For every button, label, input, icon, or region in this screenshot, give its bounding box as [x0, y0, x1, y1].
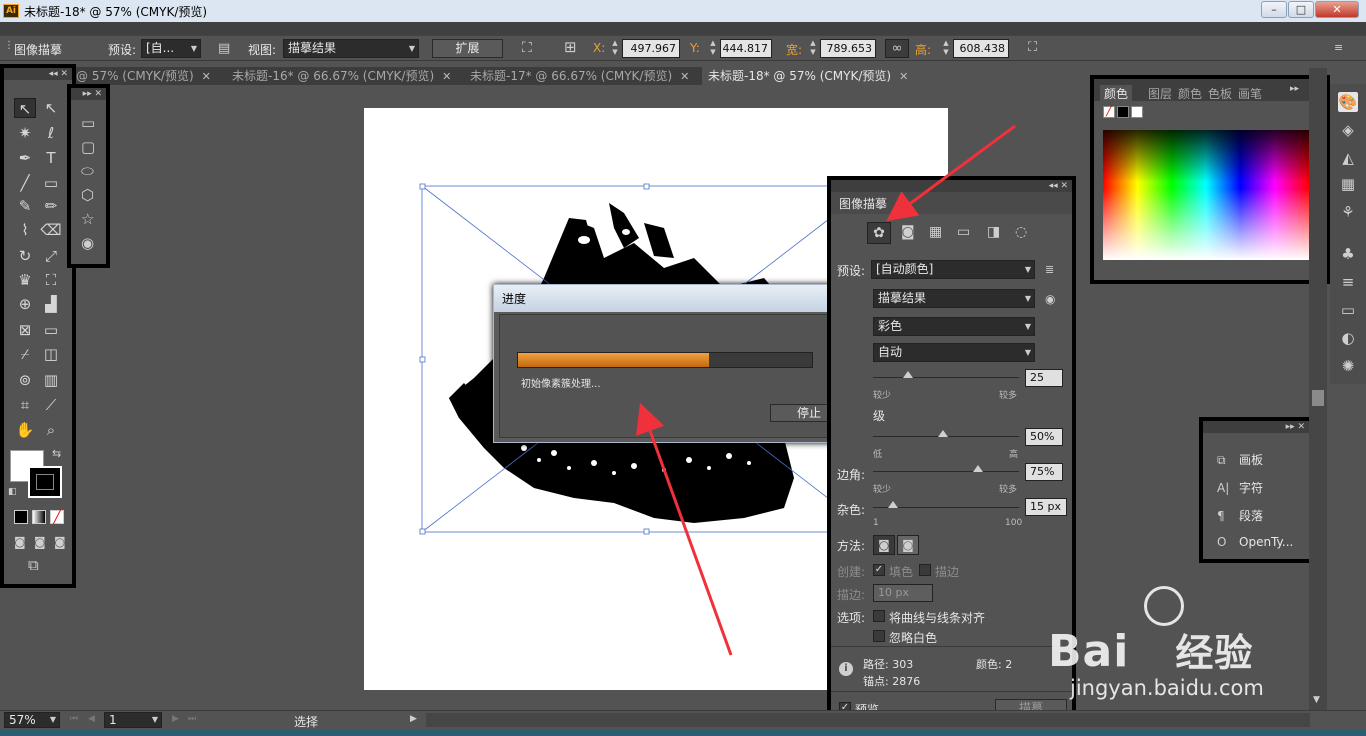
arrow-to-progress [636, 402, 733, 656]
last-artboard-icon[interactable]: ⏭ [188, 715, 196, 724]
next-artboard-icon[interactable]: ▶ [172, 715, 179, 724]
horizontal-scrollbar[interactable] [426, 713, 1310, 727]
watermark-brand2-text: 经验 [1175, 631, 1254, 675]
prev-artboard-icon[interactable]: ◀ [88, 715, 95, 724]
artboard-number-dropdown[interactable]: 1 [104, 712, 162, 728]
arrow-to-preset-icon [886, 124, 1016, 222]
status-menu-icon[interactable]: ▶ [410, 715, 417, 724]
baidu-watermark: Bai 经验 jingyan.baidu.com [1048, 586, 1298, 706]
watermark-url: jingyan.baidu.com [1070, 676, 1264, 700]
watermark-brand: Bai 经验 [1048, 622, 1253, 677]
zoom-dropdown[interactable]: 57% [4, 712, 60, 728]
current-tool-label: 选择 [294, 715, 319, 729]
os-taskbar [0, 730, 1366, 736]
paw-logo-icon [1144, 586, 1184, 626]
status-bar: 57% ⏮ ◀ 1 ▶ ⏭ 选择 ▶ [0, 710, 1366, 730]
first-artboard-icon[interactable]: ⏮ [70, 715, 78, 724]
watermark-brand-text: Bai [1048, 626, 1130, 677]
